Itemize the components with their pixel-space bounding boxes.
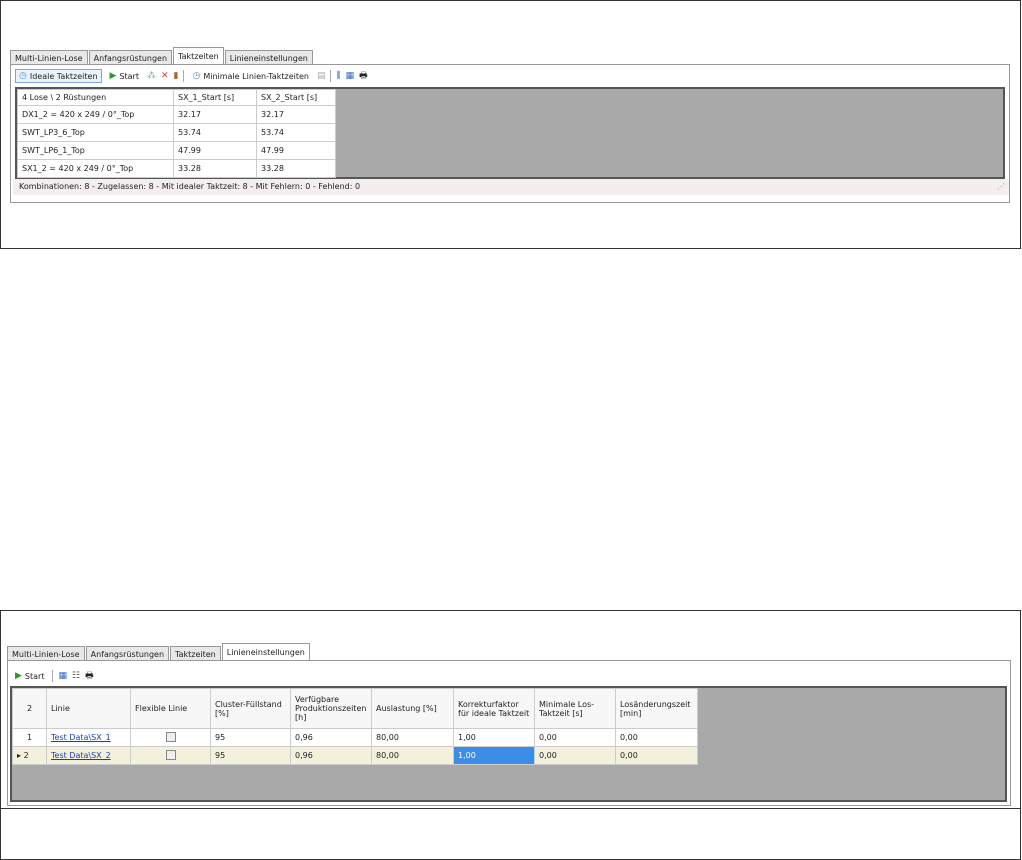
table-row[interactable]: 1 Test Data\SX_1 95 0,96 80,00 1,00 0,00… [12, 728, 698, 747]
bottom-toolbar: ▶ Start ▦ ☷ 🖶 [12, 668, 94, 684]
separator [330, 70, 332, 82]
layout-icon[interactable]: ▦ [58, 671, 67, 681]
cell[interactable]: 53.74 [256, 123, 336, 142]
cell[interactable]: 47.99 [256, 141, 336, 160]
cell[interactable]: 0,00 [615, 728, 698, 747]
status-text: Kombinationen: 8 - Zugelassen: 8 - Mit i… [19, 182, 361, 191]
cell[interactable]: 33.28 [256, 159, 336, 178]
column-header[interactable]: Verfügbare Produktionszeiten [h] [290, 688, 372, 729]
minimale-linien-taktzeiten-button[interactable]: ◷ Minimale Linien-Taktzeiten [189, 70, 311, 82]
status-bar: Kombinationen: 8 - Zugelassen: 8 - Mit i… [13, 179, 1009, 195]
cell[interactable]: SWT_LP3_6_Top [17, 123, 174, 142]
cell[interactable]: 0,00 [534, 746, 616, 765]
column-header[interactable]: 4 Lose \ 2 Rüstungen [17, 89, 174, 106]
cell-linie[interactable]: Test Data\SX_1 [46, 728, 131, 747]
play-icon: ▶ [109, 71, 117, 81]
cell-linie[interactable]: Test Data\SX_2 [46, 746, 131, 765]
cell[interactable]: 95 [210, 746, 291, 765]
cell[interactable]: SWT_LP6_1_Top [17, 141, 174, 160]
table-row[interactable]: SWT_LP6_1_Top 47.99 47.99 [17, 141, 336, 160]
table-icon[interactable]: ▤ [317, 71, 326, 81]
column-header[interactable]: SX_2_Start [s] [256, 89, 336, 106]
cell[interactable]: 0,00 [615, 746, 698, 765]
column-header[interactable]: Minimale Los-Taktzeit [s] [534, 688, 616, 729]
columns-icon[interactable]: ⫼ [336, 71, 340, 81]
row-number-label: 2 [23, 751, 29, 760]
cell[interactable]: 53.74 [173, 123, 257, 142]
cell-focused[interactable]: 1,00 [453, 746, 535, 765]
print-icon[interactable]: 🖶 [359, 71, 368, 81]
cell[interactable]: DX1_2 = 420 x 249 / 0°_Top [17, 105, 174, 124]
column-header[interactable]: Linie [46, 688, 131, 729]
checkbox[interactable] [165, 749, 176, 760]
linien-grid: 2 Linie Flexible Linie Cluster-Füllstand… [10, 686, 1007, 802]
cell[interactable]: 95 [210, 728, 291, 747]
cell[interactable]: 0,96 [290, 728, 372, 747]
bottom-footer [0, 808, 1021, 860]
clear-icon[interactable]: ▮ [174, 71, 179, 81]
cell[interactable]: 47.99 [173, 141, 257, 160]
column-header[interactable]: Korrekturfaktor für ideale Taktzeit [453, 688, 535, 729]
table-row[interactable]: SWT_LP3_6_Top 53.74 53.74 [17, 123, 336, 142]
linien-table: 2 Linie Flexible Linie Cluster-Füllstand… [12, 688, 698, 765]
taktzeiten-table: 4 Lose \ 2 Rüstungen SX_1_Start [s] SX_2… [17, 89, 336, 178]
ideale-taktzeiten-label: Ideale Taktzeiten [29, 71, 98, 81]
column-header[interactable]: Cluster-Füllstand [%] [210, 688, 291, 729]
start-button[interactable]: ▶ Start [12, 670, 47, 682]
checkbox[interactable] [165, 731, 176, 742]
column-header[interactable]: SX_1_Start [s] [173, 89, 257, 106]
columns-icon[interactable]: ☷ [72, 671, 80, 681]
flexible-linie-checkbox[interactable] [130, 746, 211, 765]
cell[interactable]: 0,00 [534, 728, 616, 747]
cell[interactable]: 0,96 [290, 746, 372, 765]
cell[interactable]: SX1_2 = 420 x 249 / 0°_Top [17, 159, 174, 178]
top-toolbar: ◷ Ideale Taktzeiten ▶ Start ⁂ ✕ ▮ ◷ Minimal… [15, 68, 368, 84]
resize-grip-icon[interactable]: ⋰ [997, 179, 1005, 195]
row-number[interactable]: ▸ 2 [12, 746, 47, 765]
layout-icon[interactable]: ▦ [346, 71, 355, 81]
linie-link[interactable]: Test Data\SX_2 [51, 751, 111, 760]
print-icon[interactable]: 🖶 [85, 671, 94, 681]
column-header[interactable]: Auslastung [%] [371, 688, 454, 729]
start-label: Start [119, 71, 139, 81]
start-label: Start [24, 671, 45, 681]
play-icon: ▶ [15, 671, 22, 681]
grid-select-icon[interactable]: ⁂ [147, 71, 156, 81]
linie-link[interactable]: Test Data\SX_1 [51, 733, 111, 742]
start-button[interactable]: ▶ Start [107, 70, 142, 82]
taktzeiten-grid: 4 Lose \ 2 Rüstungen SX_1_Start [s] SX_2… [15, 87, 1005, 179]
row-number[interactable]: 1 [12, 728, 47, 747]
flexible-linie-checkbox[interactable] [130, 728, 211, 747]
clock-icon: ◷ [192, 71, 201, 81]
cell[interactable]: 1,00 [453, 728, 535, 747]
cell[interactable]: 80,00 [371, 746, 454, 765]
current-row-icon: ▸ [17, 751, 22, 760]
separator [183, 70, 185, 82]
cell[interactable]: 32.17 [173, 105, 257, 124]
table-row-selected[interactable]: ▸ 2 Test Data\SX_2 95 0,96 80,00 1,00 0,… [12, 746, 698, 765]
table-row[interactable]: SX1_2 = 420 x 249 / 0°_Top 33.28 33.28 [17, 159, 336, 178]
grid-delete-icon[interactable]: ✕ [161, 71, 169, 81]
ideale-taktzeiten-button[interactable]: ◷ Ideale Taktzeiten [15, 69, 102, 83]
column-header[interactable]: Flexible Linie [130, 688, 211, 729]
cell[interactable]: 80,00 [371, 728, 454, 747]
row-count-header: 2 [12, 688, 47, 729]
minimale-label: Minimale Linien-Taktzeiten [203, 71, 309, 81]
cell[interactable]: 33.28 [173, 159, 257, 178]
separator [52, 670, 54, 682]
cell[interactable]: 32.17 [256, 105, 336, 124]
clock-icon: ◷ [19, 71, 27, 81]
column-header[interactable]: Losänderungszeit [min] [615, 688, 698, 729]
table-row[interactable]: DX1_2 = 420 x 249 / 0°_Top 32.17 32.17 [17, 105, 336, 124]
